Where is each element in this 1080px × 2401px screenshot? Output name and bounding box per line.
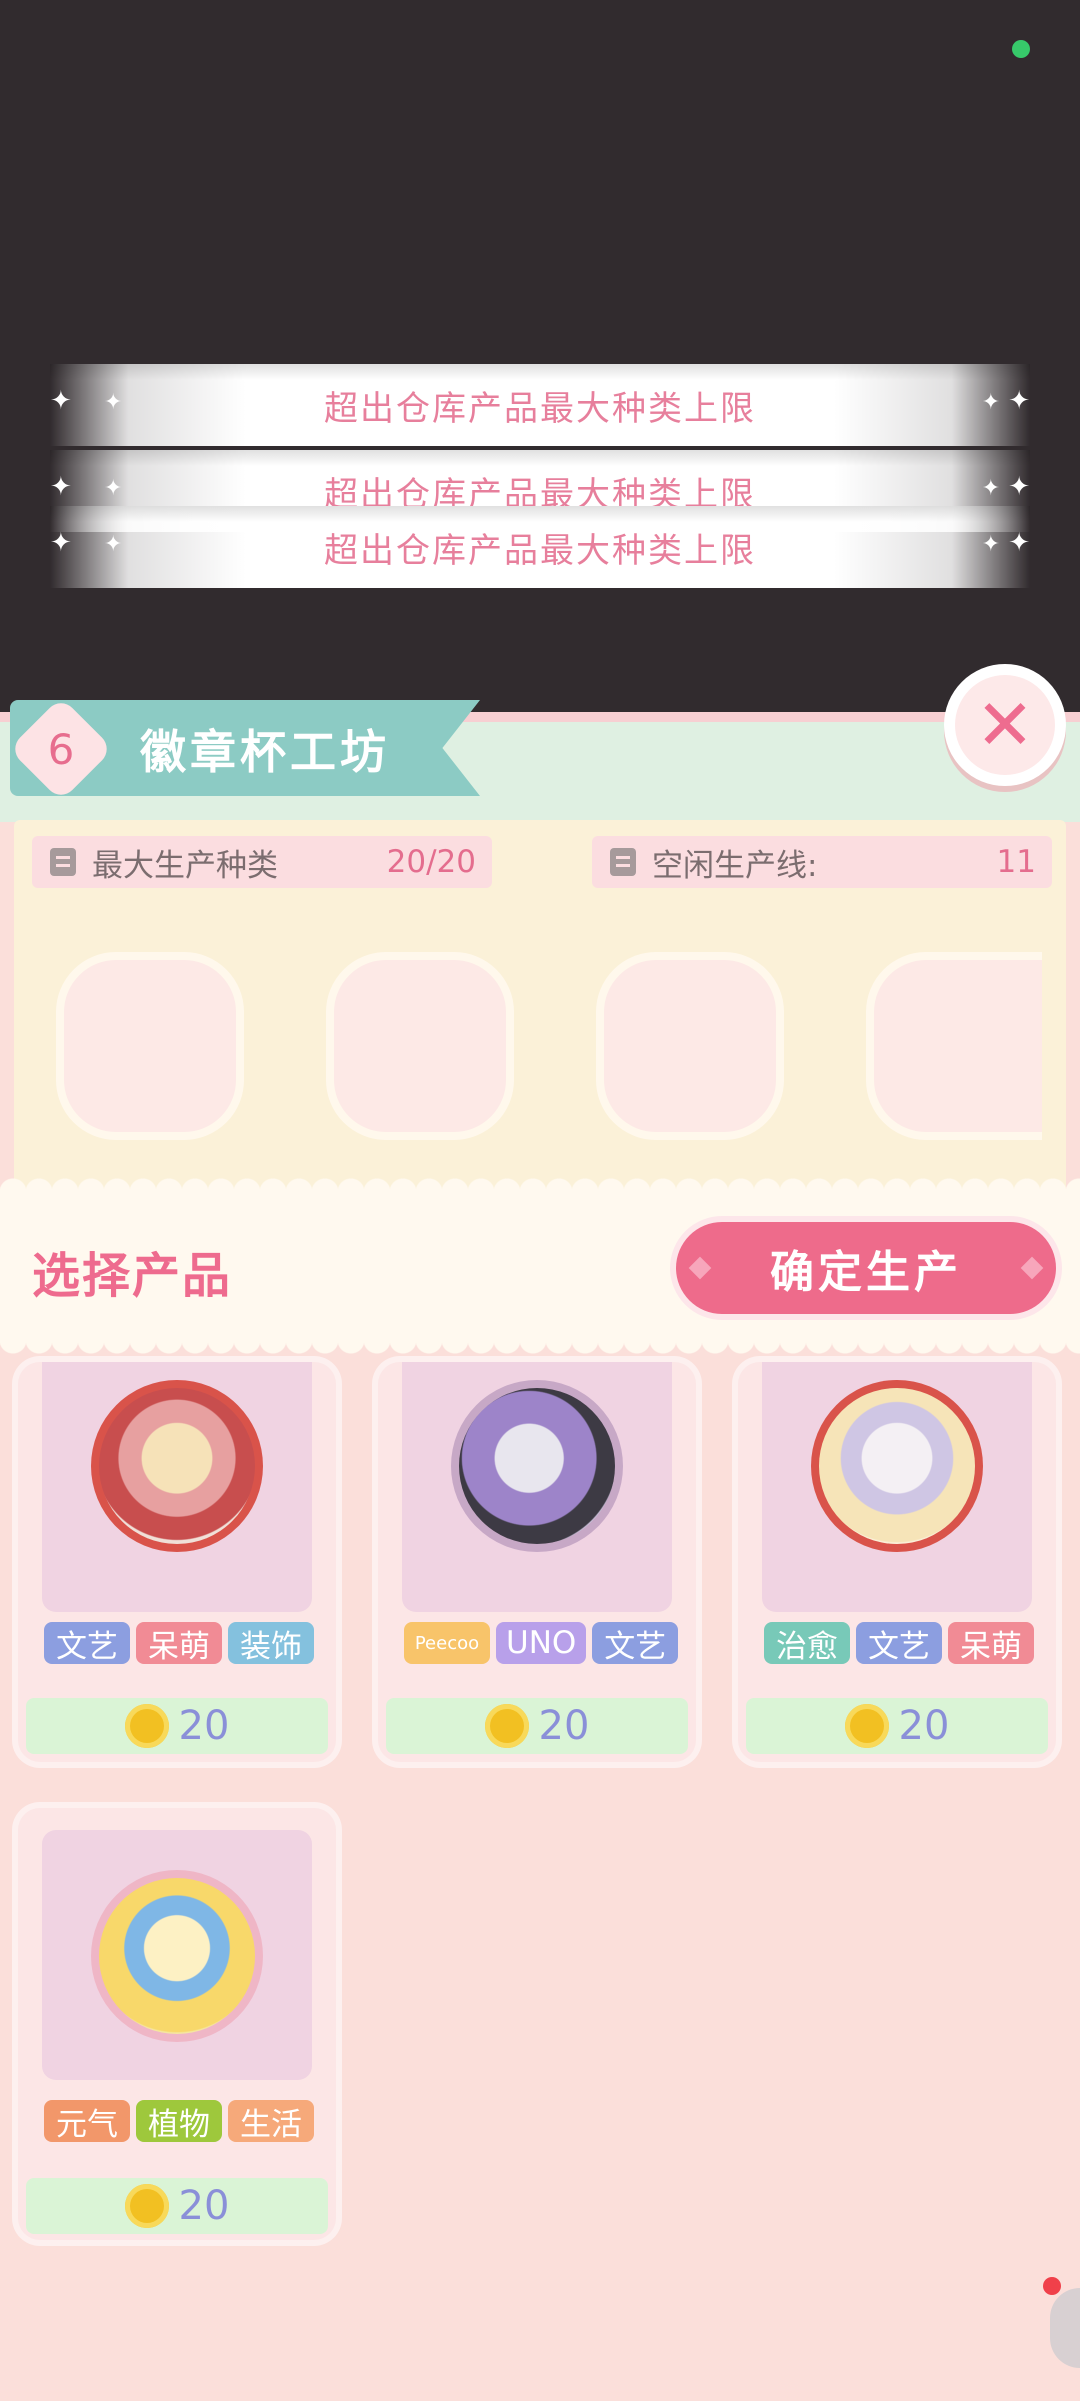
- max-types-pill: 最大生产种类 20/20: [32, 836, 492, 888]
- tag: 呆萌: [136, 1622, 222, 1665]
- sparkle-icon: ✦: [104, 532, 123, 557]
- tag: Peecoo: [404, 1622, 490, 1664]
- idle-lines-pill: 空闲生产线: 11: [592, 836, 1052, 888]
- status-indicator-dot: [1012, 40, 1030, 58]
- confirm-production-button[interactable]: 确定生产: [676, 1222, 1056, 1314]
- sparkle-icon: ✦: [50, 472, 72, 502]
- product-card[interactable]: 文艺 呆萌 装饰 20: [18, 1362, 336, 1762]
- tag-list: Peecoo UNO 文艺: [404, 1622, 679, 1665]
- tag: 治愈: [764, 1622, 850, 1665]
- tag: UNO: [496, 1622, 587, 1664]
- select-product-label: 选择产品: [32, 1248, 233, 1304]
- product-card[interactable]: 治愈 文艺 呆萌 20: [738, 1362, 1056, 1762]
- tag-list: 治愈 文艺 呆萌: [764, 1622, 1034, 1665]
- tag: 文艺: [592, 1622, 679, 1665]
- scallop-edge: [0, 1340, 1080, 1360]
- price-value: 20: [178, 1703, 230, 1749]
- max-types-value: 20/20: [386, 844, 476, 880]
- coin-icon: [124, 1704, 169, 1748]
- price-bar: 20: [26, 2178, 328, 2234]
- sparkle-icon: ✦: [1008, 528, 1030, 558]
- price-value: 20: [538, 1703, 590, 1749]
- product-art: [42, 1830, 312, 2080]
- level-number: 6: [47, 724, 75, 774]
- badge-image: [451, 1380, 623, 1552]
- tag-list: 元气 植物 生活: [44, 2100, 314, 2143]
- confirm-production-label: 确定生产: [770, 1247, 962, 1298]
- price-bar: 20: [386, 1698, 688, 1754]
- max-types-label: 最大生产种类: [92, 847, 278, 884]
- production-slot[interactable]: [596, 952, 784, 1140]
- price-bar: 20: [746, 1698, 1048, 1754]
- toast-text: 超出仓库产品最大种类上限: [324, 388, 756, 429]
- tag: 呆萌: [948, 1622, 1034, 1665]
- badge-image: [91, 1380, 263, 1552]
- toast-text: 超出仓库产品最大种类上限: [324, 530, 756, 571]
- close-icon: ✕: [955, 675, 1055, 775]
- production-slot[interactable]: [326, 952, 514, 1140]
- tag: 文艺: [856, 1622, 942, 1665]
- product-art: [762, 1362, 1032, 1612]
- sparkle-icon: ✦: [104, 390, 123, 415]
- badge-image: [811, 1380, 983, 1552]
- dim-overlay: [0, 0, 1080, 712]
- notification-dot: [1043, 2277, 1061, 2295]
- list-icon: [610, 848, 636, 876]
- list-icon: [50, 848, 76, 876]
- coin-icon: [124, 2184, 169, 2228]
- price-value: 20: [178, 2183, 230, 2229]
- idle-lines-label: 空闲生产线:: [652, 847, 818, 884]
- scallop-edge: [0, 1172, 1080, 1192]
- sparkle-icon: ✦: [1008, 472, 1030, 502]
- toast-message: ✦ ✦ 超出仓库产品最大种类上限 ✦ ✦: [50, 364, 1030, 446]
- product-art: [42, 1362, 312, 1612]
- tag-list: 文艺 呆萌 装饰: [44, 1622, 314, 1665]
- tag: 元气: [44, 2100, 130, 2143]
- sparkle-icon: ✦: [104, 476, 123, 501]
- price-value: 20: [898, 1703, 950, 1749]
- product-card[interactable]: 元气 植物 生活 20: [18, 1808, 336, 2240]
- tag: 装饰: [228, 1622, 314, 1665]
- sparkle-icon: ✦: [50, 528, 72, 558]
- sparkle-icon: ✦: [1008, 386, 1030, 416]
- production-slot[interactable]: [866, 952, 1042, 1140]
- product-art: [402, 1362, 672, 1612]
- tag: 植物: [136, 2100, 222, 2143]
- tag: 文艺: [44, 1622, 130, 1665]
- production-slot[interactable]: [56, 952, 244, 1140]
- toast-message: ✦ ✦ 超出仓库产品最大种类上限 ✦ ✦: [50, 506, 1030, 588]
- product-card[interactable]: Peecoo UNO 文艺 20: [378, 1362, 696, 1762]
- tag: 生活: [228, 2100, 314, 2143]
- coin-icon: [484, 1704, 529, 1748]
- idle-lines-value: 11: [996, 844, 1036, 880]
- coin-icon: [844, 1704, 889, 1748]
- sparkle-icon: ✦: [981, 390, 1000, 415]
- page-title: 徽章杯工坊: [140, 725, 390, 779]
- sparkle-icon: ✦: [981, 476, 1000, 501]
- sparkle-icon: ✦: [50, 386, 72, 416]
- badge-image: [91, 1870, 263, 2042]
- close-button[interactable]: ✕: [944, 664, 1066, 786]
- price-bar: 20: [26, 1698, 328, 1754]
- sparkle-icon: ✦: [981, 532, 1000, 557]
